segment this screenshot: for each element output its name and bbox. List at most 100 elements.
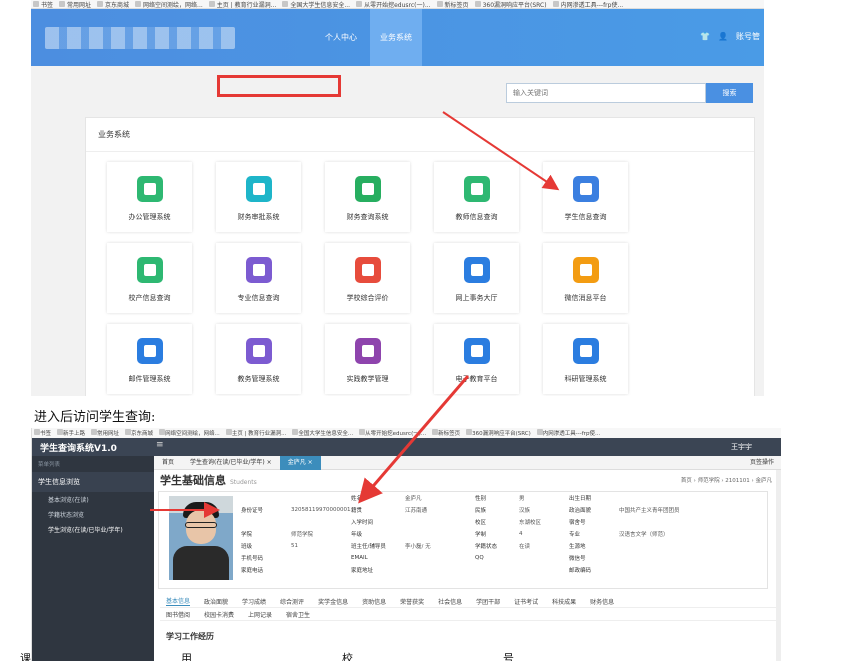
business-portal-screenshot: 书签 常用网址 京东商城 网络空间测绘，网络... 主页 | 教育行业漏洞... 全国大学… <box>31 0 764 396</box>
money-bag-icon <box>245 176 272 202</box>
bookmark-item[interactable]: 网络空间测绘，网络... <box>159 429 220 437</box>
id-number-highlight <box>217 75 341 97</box>
system-tile[interactable]: 教务管理系统 <box>216 324 301 394</box>
info-value: 4 <box>519 531 523 537</box>
system-tile-label: 学生信息查询 <box>564 213 607 221</box>
tab-student-query[interactable]: 学生查询(在读/已毕业/学年) × <box>182 456 280 470</box>
detail-tab[interactable]: 资助信息 <box>362 597 386 606</box>
system-tile[interactable]: 办公管理系统 <box>107 162 192 232</box>
detail-tab[interactable]: 财务信息 <box>590 597 614 606</box>
nav-business-systems[interactable]: 业务系统 <box>370 9 422 66</box>
detail-tab[interactable]: 证书考试 <box>514 597 538 606</box>
bookmark-item[interactable]: 网络空间测绘，网络... <box>135 0 203 8</box>
student-photo <box>169 496 233 580</box>
student-info-card: 姓名 金庐凡 性别 男 出生日期 身份证号 32058119970000001X 籍贯 江苏南通… <box>158 491 768 589</box>
system-tile-label: 学校综合评价 <box>346 294 389 302</box>
detail-tab[interactable]: 基本信息 <box>166 596 191 606</box>
bookmark-label: 全国大学生信息安全... <box>298 431 354 437</box>
bookmark-icon <box>33 1 39 7</box>
portal-navbar: 个人中心 业务系统 👕 👤 账号管 <box>31 9 764 66</box>
video-icon <box>354 338 381 364</box>
bookmark-item[interactable]: 京东商城 <box>97 0 130 9</box>
search-button[interactable]: 搜索 <box>706 83 753 103</box>
bookmark-label: 内网渗透工具---frp使... <box>560 1 624 9</box>
system-tile[interactable]: 微信消息平台 <box>543 243 628 313</box>
sidebar-item-basic[interactable]: 基本浏览(在读) <box>32 492 154 507</box>
system-tile[interactable]: 专业信息查询 <box>216 243 301 313</box>
tab-actions[interactable]: 页签操作 <box>742 456 781 470</box>
bookmark-item[interactable]: 新标签页 <box>436 0 469 8</box>
bookmark-icon <box>135 1 142 7</box>
caption-text: 进入后访问学生查询: <box>34 410 156 425</box>
system-tile[interactable]: 邮件管理系统 <box>107 324 192 394</box>
app-user[interactable]: 王宇宇 <box>731 442 752 452</box>
system-tile[interactable]: 科研管理系统 <box>543 324 628 394</box>
bookmark-item[interactable]: 主页 | 教育行业漏洞... <box>208 0 276 8</box>
bookmark-item[interactable]: 内网渗透工具---frp使... <box>536 429 600 437</box>
bookmark-item[interactable]: 新标签页 <box>432 429 460 437</box>
user-icon[interactable]: 👤 <box>718 32 728 41</box>
detail-tab[interactable]: 奖学金信息 <box>318 597 348 606</box>
tab-home[interactable]: 首页 <box>154 456 182 470</box>
sidebar-item-student-browse[interactable]: 学生浏览(在读/已毕业/学年) <box>32 522 154 537</box>
portal-logo-blurred <box>45 27 235 49</box>
bookmark-item[interactable]: 书签 <box>33 0 54 9</box>
info-value: 32058119970000001X <box>291 507 351 513</box>
system-tile[interactable]: 教师信息查询 <box>434 162 519 232</box>
system-tile[interactable]: 财务审批系统 <box>216 162 301 232</box>
vertical-scrollbar[interactable] <box>776 470 781 661</box>
detail-tab[interactable]: 图书借阅 <box>166 610 190 619</box>
detail-tab[interactable]: 学习成绩 <box>242 597 266 606</box>
detail-tab[interactable]: 荣誉获奖 <box>400 597 424 606</box>
sidebar-item-status[interactable]: 学籍状态浏览 <box>32 507 154 522</box>
detail-tab[interactable]: 科技成果 <box>552 597 576 606</box>
bookmark-item[interactable]: 360漏洞响应平台(SRC) <box>474 0 547 8</box>
bookmark-item[interactable]: 主页 | 教育行业漏洞... <box>225 429 287 437</box>
system-tile[interactable]: 学生信息查询 <box>543 162 628 232</box>
detail-tab[interactable]: 学团干部 <box>476 597 500 606</box>
bookmark-label: 新手上路 <box>63 431 86 437</box>
bookmark-item[interactable]: 全国大学生信息安全... <box>292 429 353 437</box>
bookmark-item[interactable]: 360漏洞响应平台(SRC) <box>466 429 531 437</box>
bookmark-label: 主页 | 教育行业漏洞... <box>231 431 287 437</box>
system-tile[interactable]: 电子教育平台 <box>434 324 519 394</box>
nav-account[interactable]: 账号管 <box>736 31 760 42</box>
panel-title: 业务系统 <box>86 118 754 152</box>
mail-icon <box>136 338 163 364</box>
system-tile[interactable]: 校产信息查询 <box>107 243 192 313</box>
system-tile[interactable]: 实践教学管理 <box>325 324 410 394</box>
detail-tab[interactable]: 上网记录 <box>248 610 272 619</box>
info-key: 入学时间 <box>351 520 374 526</box>
bookmark-label: 书签 <box>41 1 54 9</box>
teaching-icon <box>245 338 272 364</box>
shirt-icon[interactable]: 👕 <box>700 32 710 41</box>
nav-right-tools: 👕 👤 账号管 <box>700 31 760 42</box>
detail-tab[interactable]: 社会信息 <box>438 597 462 606</box>
bookmark-label: 新标签页 <box>438 431 461 437</box>
student-query-screenshot: 书签 新手上路 常用网址 京东商城 网络空间测绘，网络... 主页 | 教育行业漏洞...… <box>31 428 781 661</box>
info-key: 籍贯 <box>351 508 363 514</box>
bookmark-item[interactable]: 全国大学生信息安全... <box>282 0 350 8</box>
search-input[interactable] <box>506 83 706 103</box>
bookmark-item[interactable]: 从零开始挖edusrc(一)... <box>359 429 426 437</box>
detail-tab[interactable]: 校园卡消费 <box>204 610 234 619</box>
bookmark-item[interactable]: 内网渗透工具---frp使... <box>552 0 624 9</box>
detail-tab[interactable]: 综合测评 <box>280 597 304 606</box>
detail-tab[interactable]: 宿舍卫生 <box>286 610 310 619</box>
bookmark-item[interactable]: 书签 <box>34 429 51 437</box>
app-title: 学生查询系统V1.0 <box>40 444 117 454</box>
system-tile[interactable]: 财务查询系统 <box>325 162 410 232</box>
bookmark-item[interactable]: 常用网址 <box>91 429 119 437</box>
bookmark-item[interactable]: 新手上路 <box>57 429 85 437</box>
system-tile[interactable]: 学校综合评价 <box>325 243 410 313</box>
nav-personal-center[interactable]: 个人中心 <box>313 9 369 66</box>
bookmark-item[interactable]: 京东商城 <box>125 429 153 437</box>
sidebar-group[interactable]: 学生信息浏览 <box>32 472 154 492</box>
bookmark-item[interactable]: 从零开始挖edusrc(一)... <box>356 0 431 8</box>
system-tile[interactable]: 网上事务大厅 <box>434 243 519 313</box>
bookmark-label: 京东商城 <box>105 1 130 9</box>
menu-toggle-icon[interactable]: ≡ <box>156 440 164 450</box>
tab-student-detail[interactable]: 金庐凡 × <box>279 455 321 470</box>
bookmark-item[interactable]: 常用网址 <box>59 0 91 8</box>
detail-tab[interactable]: 政治面貌 <box>204 597 228 606</box>
